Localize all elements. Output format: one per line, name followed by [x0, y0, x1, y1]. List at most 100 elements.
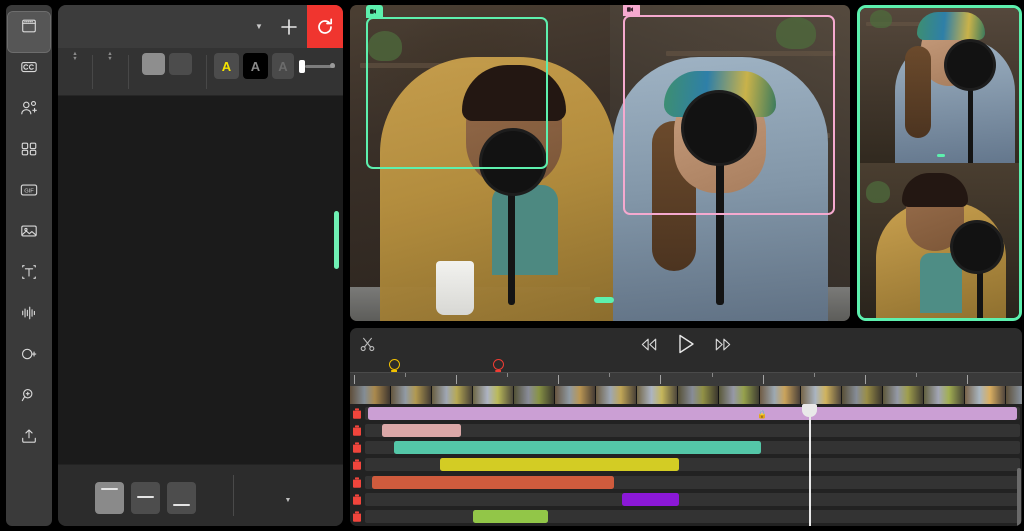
filmstrip-frame[interactable]: [350, 386, 391, 404]
scissors-icon[interactable]: [360, 337, 375, 352]
sidebar-item-basic-editor[interactable]: [7, 11, 51, 53]
sidebar-item-b-rolls[interactable]: [8, 94, 50, 134]
timeline-track-row: [350, 474, 1022, 490]
delete-track-button[interactable]: [351, 476, 362, 488]
filmstrip-frame[interactable]: [555, 386, 596, 404]
cc-icon: [18, 57, 40, 77]
slider-track[interactable]: [305, 63, 335, 68]
magnifier-icon: [18, 385, 40, 405]
position-middle-button[interactable]: [131, 481, 160, 514]
sidebar-item-audio-sfx[interactable]: [8, 299, 50, 339]
timeline-clip[interactable]: [621, 492, 680, 506]
filmstrip-frame[interactable]: [637, 386, 678, 404]
filmstrip-frame[interactable]: [801, 386, 842, 404]
chevron-down-icon: ▼: [284, 496, 292, 504]
delete-track-button[interactable]: [351, 407, 362, 419]
timeline-track-row: 🔒: [350, 405, 1022, 421]
play-icon[interactable]: [675, 333, 697, 355]
forward-icon[interactable]: [715, 338, 731, 351]
timeline-clip[interactable]: [473, 510, 549, 524]
filmstrip-frame[interactable]: [596, 386, 637, 404]
video-preview[interactable]: [350, 5, 850, 321]
filmstrip-frame[interactable]: [760, 386, 801, 404]
rewind-icon[interactable]: [641, 338, 657, 351]
bold-button[interactable]: [142, 53, 165, 75]
sidebar-item-elements[interactable]: [8, 135, 50, 175]
vertical-preview[interactable]: [857, 5, 1022, 321]
tick-mark: [405, 373, 407, 377]
add-style-button[interactable]: [271, 5, 307, 48]
camera-frame-2[interactable]: [623, 5, 835, 215]
filmstrip-frame[interactable]: [391, 386, 432, 404]
track-lane[interactable]: [365, 475, 1020, 489]
delete-track-button[interactable]: [351, 424, 362, 436]
gif-icon: GIF: [18, 180, 40, 200]
outline-width-slider[interactable]: [299, 59, 335, 73]
filmstrip-track[interactable]: [350, 386, 1022, 404]
position-bottom-button[interactable]: [167, 481, 196, 514]
size-down-icon[interactable]: ▼: [107, 56, 112, 62]
outline-color-swatch[interactable]: A: [272, 53, 294, 79]
filmstrip-frame[interactable]: [514, 386, 555, 404]
vertical-preview-bottom-clip: [860, 163, 1019, 318]
microphone: [953, 223, 1001, 271]
timeline-track-row: [350, 457, 1022, 473]
delete-track-button[interactable]: [351, 459, 362, 471]
timeline-clip[interactable]: [382, 423, 461, 437]
tick-mark: [507, 373, 509, 377]
filmstrip-frame[interactable]: [924, 386, 965, 404]
filmstrip-frame[interactable]: [473, 386, 514, 404]
tick-mark: [609, 373, 611, 377]
delete-track-button[interactable]: [351, 511, 362, 523]
filmstrip-frame[interactable]: [678, 386, 719, 404]
font-stepper[interactable]: ▲ ▼: [72, 51, 77, 62]
sidebar-item-zoom-s[interactable]: [8, 381, 50, 421]
position-top-button[interactable]: [95, 481, 124, 514]
timeline-track-row: [350, 422, 1022, 438]
caption-list[interactable]: [58, 96, 343, 464]
reset-styles-button[interactable]: [307, 5, 343, 48]
filmstrip-frame[interactable]: [842, 386, 883, 404]
sidebar-item-text-insert[interactable]: [8, 258, 50, 298]
size-stepper[interactable]: ▲ ▼: [107, 51, 112, 62]
font-down-icon[interactable]: ▼: [72, 56, 77, 62]
text-t-icon: [18, 262, 40, 282]
text-color-swatch[interactable]: A: [214, 53, 239, 79]
track-lane[interactable]: [365, 492, 1020, 506]
caption-line-1: [350, 297, 850, 303]
delete-track-button[interactable]: [351, 442, 362, 454]
filmstrip-frame[interactable]: [432, 386, 473, 404]
sidebar-item-gif-s-animations[interactable]: GIF: [8, 176, 50, 216]
filmstrip-frame[interactable]: [965, 386, 1006, 404]
timeline-ruler[interactable]: [350, 372, 1022, 386]
camera-frame-1[interactable]: [366, 5, 548, 169]
timeline-clip[interactable]: [371, 475, 614, 489]
background-color-swatch[interactable]: A: [243, 53, 268, 79]
svg-text:GIF: GIF: [24, 188, 34, 194]
filmstrip-frame[interactable]: [719, 386, 760, 404]
track-lane[interactable]: [365, 458, 1020, 472]
track-lane[interactable]: [365, 423, 1020, 437]
sidebar-item-background[interactable]: [8, 217, 50, 257]
sidebar-item-uploads[interactable]: [8, 422, 50, 462]
colors-group: A A A: [206, 48, 343, 95]
track-lane[interactable]: [365, 441, 1020, 455]
animate-dropdown[interactable]: ▼: [285, 491, 292, 505]
track-lane[interactable]: [365, 510, 1020, 524]
caption-keyword: [594, 297, 614, 303]
filmstrip-frame[interactable]: [1006, 386, 1022, 404]
uppercase-button[interactable]: [169, 53, 192, 75]
sidebar-item-animated-captions[interactable]: [8, 53, 50, 93]
chevron-down-icon[interactable]: ▼: [247, 22, 271, 31]
timeline-track-row: [350, 440, 1022, 456]
caption-list-scrollbar[interactable]: [334, 211, 339, 269]
track-lane[interactable]: 🔒: [365, 406, 1020, 420]
sidebar-item-transitions[interactable]: [8, 340, 50, 380]
timeline-clip[interactable]: [439, 458, 679, 472]
delete-track-button[interactable]: [351, 493, 362, 505]
timeline-clip[interactable]: 🔒: [368, 406, 1017, 420]
timeline-clip[interactable]: [394, 441, 762, 455]
timeline-toolbar: [350, 328, 1022, 360]
filmstrip-frame[interactable]: [883, 386, 924, 404]
timeline-scrollbar[interactable]: [1017, 468, 1021, 526]
